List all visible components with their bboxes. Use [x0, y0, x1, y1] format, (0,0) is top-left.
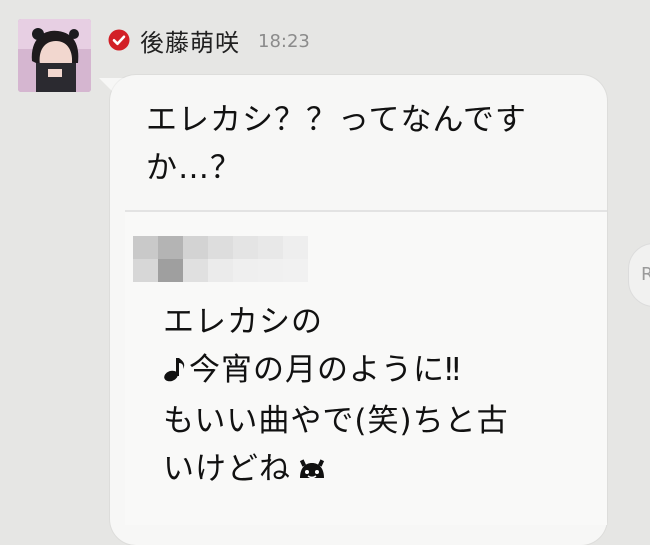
quoted-line-4-text: いけどね [163, 451, 291, 487]
reply-line-1: エレカシ？？ってなんです [146, 102, 527, 138]
sender-name[interactable]: 後藤萌咲 [140, 23, 240, 58]
quoted-message-text: エレカシの 今宵の月のように‼ もいい曲やで(笑)ちと古 いけどね [163, 298, 583, 498]
avatar[interactable] [18, 19, 91, 92]
music-note-icon [163, 349, 187, 397]
face-emoji-icon [297, 450, 327, 498]
quoted-line-3: もいい曲やで(笑)ちと古 [163, 403, 509, 439]
verified-check-icon [108, 29, 130, 51]
quoted-line-4: いけどね [163, 445, 583, 498]
quoted-line-2: 今宵の月のように‼ [163, 346, 583, 397]
message-header: 後藤萌咲 18:23 [108, 23, 310, 58]
reply-message-text: エレカシ？？ってなんです か…？ [146, 96, 591, 192]
message-timestamp: 18:23 [258, 31, 310, 52]
quoted-line-2-text: 今宵の月のように‼ [189, 352, 462, 388]
reply-line-2: か…？ [146, 150, 242, 186]
read-receipt-button[interactable]: R [628, 243, 650, 307]
blurred-quoted-sender [133, 236, 308, 282]
read-receipt-label: R [641, 264, 650, 285]
quoted-line-1: エレカシの [163, 304, 323, 340]
avatar-image [18, 19, 91, 92]
